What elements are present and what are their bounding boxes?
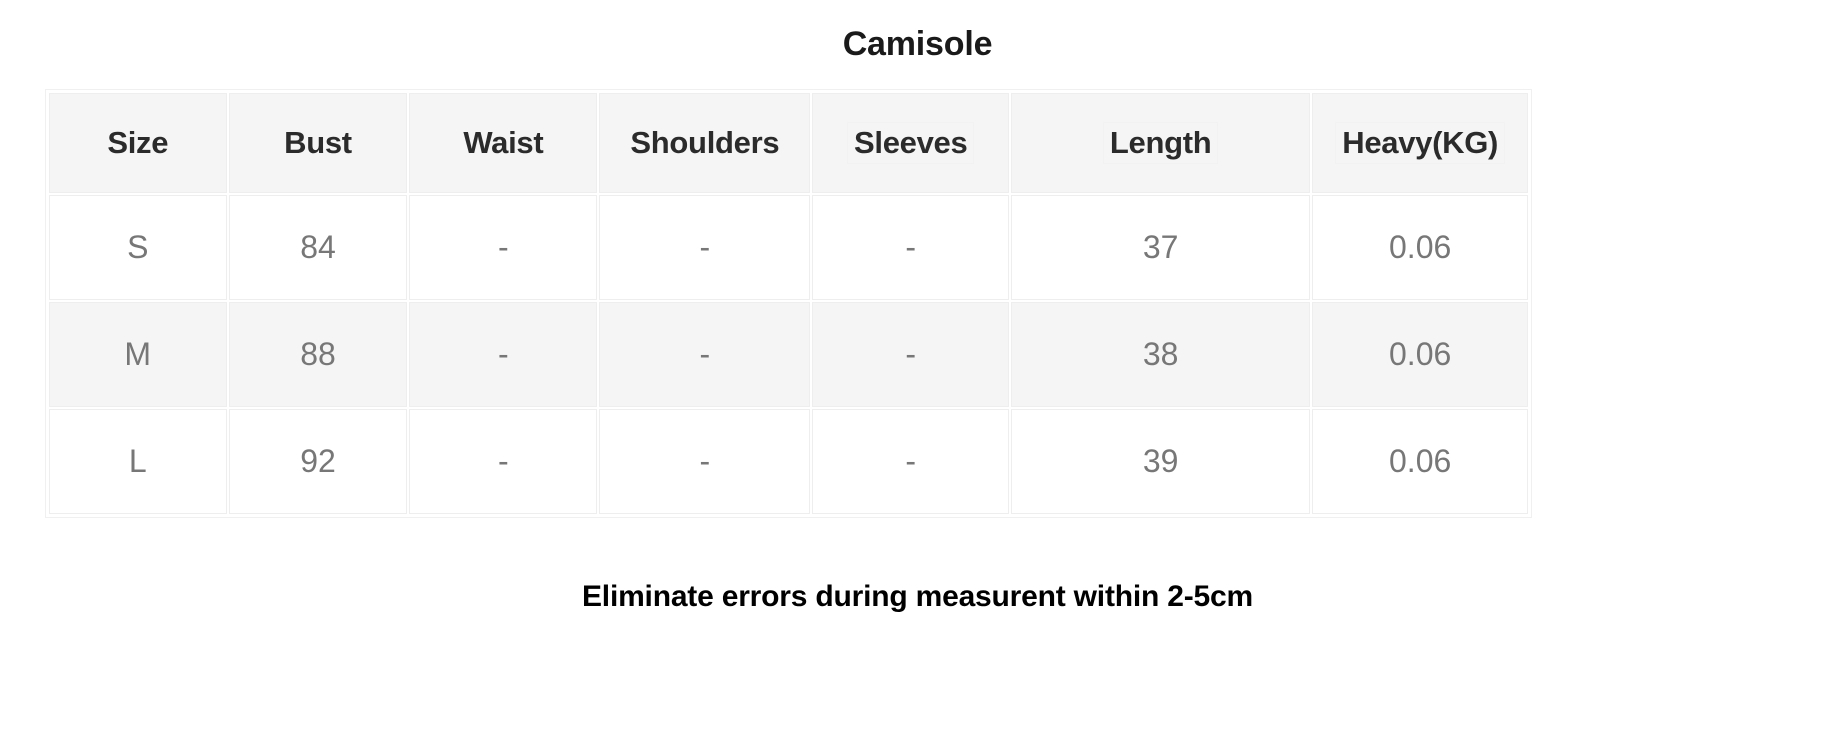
column-header-length-label: Length	[1102, 121, 1219, 164]
cell-heavy: 0.06	[1312, 194, 1528, 300]
cell-shoulders: -	[599, 194, 811, 300]
cell-waist: -	[409, 408, 598, 514]
cell-size: M	[49, 301, 227, 407]
column-header-shoulders-label: Shoulders	[630, 124, 780, 160]
cell-length: 39	[1011, 408, 1311, 514]
cell-waist: -	[409, 194, 598, 300]
table-header-row: Size Bust Waist Shoulders Sleeves Length…	[49, 92, 1528, 193]
cell-bust: 88	[228, 301, 408, 407]
column-header-length: Length	[1011, 92, 1311, 193]
cell-shoulders: -	[599, 301, 811, 407]
size-table-container: Size Bust Waist Shoulders Sleeves Length…	[45, 88, 1532, 518]
table-row: S 84 - - - 37 0.06	[49, 194, 1528, 300]
cell-length: 38	[1011, 301, 1311, 407]
column-header-sleeves: Sleeves	[812, 92, 1010, 193]
column-header-waist-label: Waist	[463, 124, 544, 160]
table-header: Size Bust Waist Shoulders Sleeves Length…	[49, 92, 1528, 193]
column-header-heavy: Heavy(KG)	[1312, 92, 1528, 193]
column-header-size: Size	[49, 92, 227, 193]
column-header-bust-label: Bust	[284, 124, 352, 160]
cell-size: L	[49, 408, 227, 514]
table-row: M 88 - - - 38 0.06	[49, 301, 1528, 407]
column-header-heavy-label: Heavy(KG)	[1335, 121, 1506, 164]
column-header-waist: Waist	[409, 92, 598, 193]
column-header-bust: Bust	[228, 92, 408, 193]
size-chart-page: Camisole Size Bust Waist Shoulders Sleev…	[0, 0, 1835, 750]
column-header-sleeves-label: Sleeves	[847, 121, 975, 164]
size-table: Size Bust Waist Shoulders Sleeves Length…	[47, 91, 1530, 516]
cell-waist: -	[409, 301, 598, 407]
cell-heavy: 0.06	[1312, 301, 1528, 407]
cell-sleeves: -	[812, 194, 1010, 300]
column-header-size-label: Size	[107, 124, 169, 160]
cell-size: S	[49, 194, 227, 300]
table-body: S 84 - - - 37 0.06 M 88 - - - 38 0.06 L …	[49, 194, 1528, 514]
cell-sleeves: -	[812, 301, 1010, 407]
page-title: Camisole	[842, 25, 993, 63]
cell-length: 37	[1011, 194, 1311, 300]
cell-sleeves: -	[812, 408, 1010, 514]
cell-bust: 84	[228, 194, 408, 300]
column-header-shoulders: Shoulders	[599, 92, 811, 193]
measurement-disclaimer: Eliminate errors during measurent within…	[582, 579, 1253, 613]
cell-heavy: 0.06	[1312, 408, 1528, 514]
table-row: L 92 - - - 39 0.06	[49, 408, 1528, 514]
cell-shoulders: -	[599, 408, 811, 514]
cell-bust: 92	[228, 408, 408, 514]
